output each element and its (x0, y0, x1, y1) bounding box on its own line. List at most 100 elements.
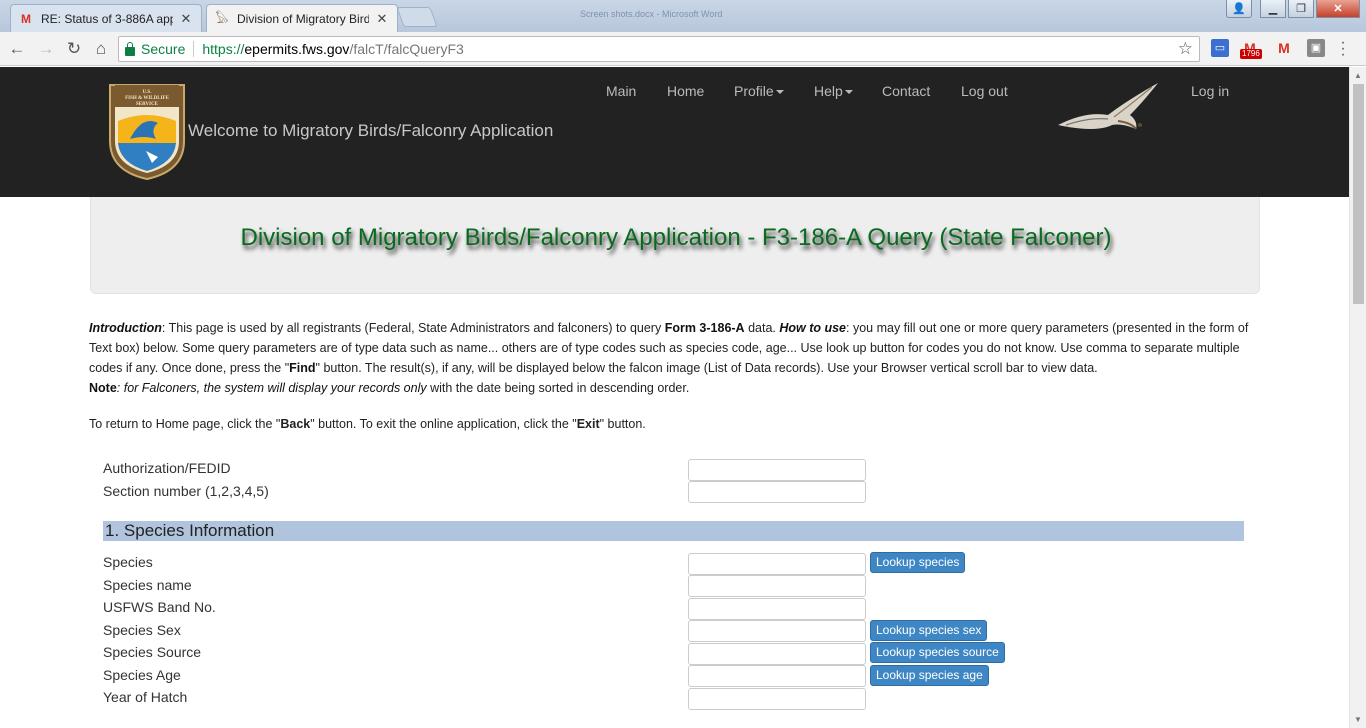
nav-help-label: Help (814, 83, 843, 99)
logo-text: U.S. (143, 90, 153, 95)
svg-text:FISH & WILDLIFE: FISH & WILDLIFE (125, 96, 169, 101)
window-controls: 👤 ▁ ❐ ✕ (1226, 0, 1360, 18)
secure-label: Secure (141, 41, 186, 57)
lookup-species-sex-button[interactable]: Lookup species sex (870, 620, 988, 641)
section-number-input[interactable] (688, 481, 866, 503)
nav-home[interactable]: Home (667, 83, 704, 99)
find-label: Find (289, 361, 316, 375)
title-banner: Division of Migratory Birds/Falconry App… (90, 197, 1260, 294)
scroll-up-arrow-icon[interactable]: ▲ (1354, 71, 1362, 80)
tab-title: Division of Migratory Birds (237, 11, 369, 26)
page-viewport: U.S. FISH & WILDLIFE SERVICE Welcome to … (0, 67, 1349, 728)
return-text-2: " button. To exit the online application… (310, 417, 577, 431)
maximize-button[interactable]: ❐ (1288, 0, 1314, 18)
divider (193, 41, 195, 57)
caret-down-icon (844, 90, 853, 95)
exit-label: Exit (576, 417, 600, 431)
back-label: Back (280, 417, 311, 431)
return-instructions: To return to Home page, click the "Back"… (89, 417, 646, 431)
species-source-label: Species Source (103, 644, 202, 660)
bookmark-star-icon[interactable]: ☆ (1178, 39, 1193, 59)
tab-title: RE: Status of 3-886A app (41, 11, 173, 26)
vertical-scrollbar[interactable]: ▲ ▼ (1349, 67, 1366, 728)
year-of-hatch-input[interactable] (688, 688, 866, 710)
window-title: Screen shots.docx - Microsoft Word (580, 9, 723, 19)
note-label: Note (89, 381, 117, 395)
lookup-species-age-button[interactable]: Lookup species age (870, 665, 989, 686)
url-protocol: https:// (202, 41, 245, 57)
page-title: Division of Migratory Birds/Falconry App… (240, 224, 1112, 251)
intro-text: : This page is used by all registrants (… (161, 321, 665, 335)
species-source-input[interactable] (688, 643, 866, 665)
browser-toolbar: ← → ↻ ⌂ Secure https:// epermits.fws.gov… (0, 32, 1366, 66)
lock-icon (125, 41, 135, 56)
forward-arrow-icon[interactable]: → (35, 38, 57, 60)
scroll-thumb[interactable] (1353, 84, 1364, 304)
intro-label: Introduction (89, 321, 162, 335)
form-name: Form 3-186-A (664, 321, 745, 335)
close-tab-icon[interactable]: ✕ (179, 11, 193, 27)
gmail-notifier-icon[interactable]: M (1275, 39, 1293, 57)
browser-menu-icon[interactable]: · · · (1338, 35, 1348, 63)
browser-tab-strip: M RE: Status of 3-886A app ✕ 𓅃 Division … (0, 0, 1366, 32)
species-label: Species (103, 554, 153, 570)
usfws-band-no-input[interactable] (688, 598, 866, 620)
home-icon[interactable]: ⌂ (90, 38, 112, 60)
close-window-button[interactable]: ✕ (1316, 0, 1360, 18)
find-text: " button. The result(s), if any, will be… (315, 361, 1098, 375)
bird-icon: 𓅃 (215, 11, 229, 26)
extension-screen-icon[interactable]: ▭ (1211, 39, 1229, 57)
address-bar[interactable]: Secure https:// epermits.fws.gov /falcT/… (118, 36, 1200, 62)
species-name-input[interactable] (688, 575, 866, 597)
caret-down-icon (775, 90, 784, 95)
species-information-header: 1. Species Information (103, 521, 1244, 541)
note-italic: : for Falconers, the system will display… (116, 381, 427, 395)
nav-profile-label: Profile (734, 83, 774, 99)
note-text: with the date being sorted in descending… (426, 381, 690, 395)
usfws-logo-icon[interactable]: U.S. FISH & WILDLIFE SERVICE (106, 81, 188, 181)
authorization-fedid-label: Authorization/FEDID (103, 460, 231, 476)
gmail-icon: M (21, 11, 31, 26)
section-number-label: Section number (1,2,3,4,5) (103, 483, 269, 499)
browser-tab-migratory-birds[interactable]: 𓅃 Division of Migratory Birds ✕ (206, 4, 398, 32)
species-input[interactable] (688, 553, 866, 575)
reload-icon[interactable]: ↻ (63, 38, 85, 60)
species-age-label: Species Age (103, 667, 181, 683)
minimize-button[interactable]: ▁ (1260, 0, 1286, 18)
nav-contact[interactable]: Contact (882, 83, 930, 99)
intro-paragraph: Introduction: This page is used by all r… (89, 318, 1259, 398)
svg-text:SERVICE: SERVICE (136, 102, 159, 107)
user-icon[interactable]: 👤 (1226, 0, 1252, 18)
browser-tab-gmail[interactable]: M RE: Status of 3-886A app ✕ (10, 4, 202, 32)
close-tab-icon[interactable]: ✕ (375, 11, 389, 27)
lookup-species-button[interactable]: Lookup species (870, 552, 966, 573)
new-tab-button[interactable] (396, 7, 438, 27)
authorization-fedid-input[interactable] (688, 459, 866, 481)
return-text-1: To return to Home page, click the " (89, 417, 281, 431)
nav-log-in[interactable]: Log in (1191, 83, 1229, 99)
url-host: epermits.fws.gov (244, 41, 350, 57)
species-sex-input[interactable] (688, 620, 866, 642)
year-of-hatch-label: Year of Hatch (103, 689, 188, 705)
gmail-unread-badge: 1796 (1240, 49, 1262, 59)
url-path: /falcT/falcQueryF3 (349, 41, 464, 57)
species-age-input[interactable] (688, 665, 866, 687)
nav-profile[interactable]: Profile (734, 83, 784, 99)
species-name-label: Species name (103, 577, 192, 593)
species-sex-label: Species Sex (103, 622, 181, 638)
back-arrow-icon[interactable]: ← (6, 38, 28, 60)
after-form-text: data. (744, 321, 780, 335)
welcome-text: Welcome to Migratory Birds/Falconry Appl… (188, 121, 554, 140)
return-text-3: " button. (599, 417, 646, 431)
lookup-species-source-button[interactable]: Lookup species source (870, 642, 1005, 663)
scroll-down-arrow-icon[interactable]: ▼ (1354, 715, 1362, 724)
hawk-icon (1058, 83, 1158, 130)
howto-label: How to use (779, 321, 847, 335)
nav-main[interactable]: Main (606, 83, 636, 99)
nav-log-out[interactable]: Log out (961, 83, 1008, 99)
secure-indicator[interactable]: Secure (125, 41, 185, 57)
site-header: U.S. FISH & WILDLIFE SERVICE Welcome to … (0, 67, 1349, 197)
usfws-band-no-label: USFWS Band No. (103, 599, 216, 615)
extension-icon[interactable]: ▣ (1307, 39, 1325, 57)
nav-help[interactable]: Help (814, 83, 853, 99)
